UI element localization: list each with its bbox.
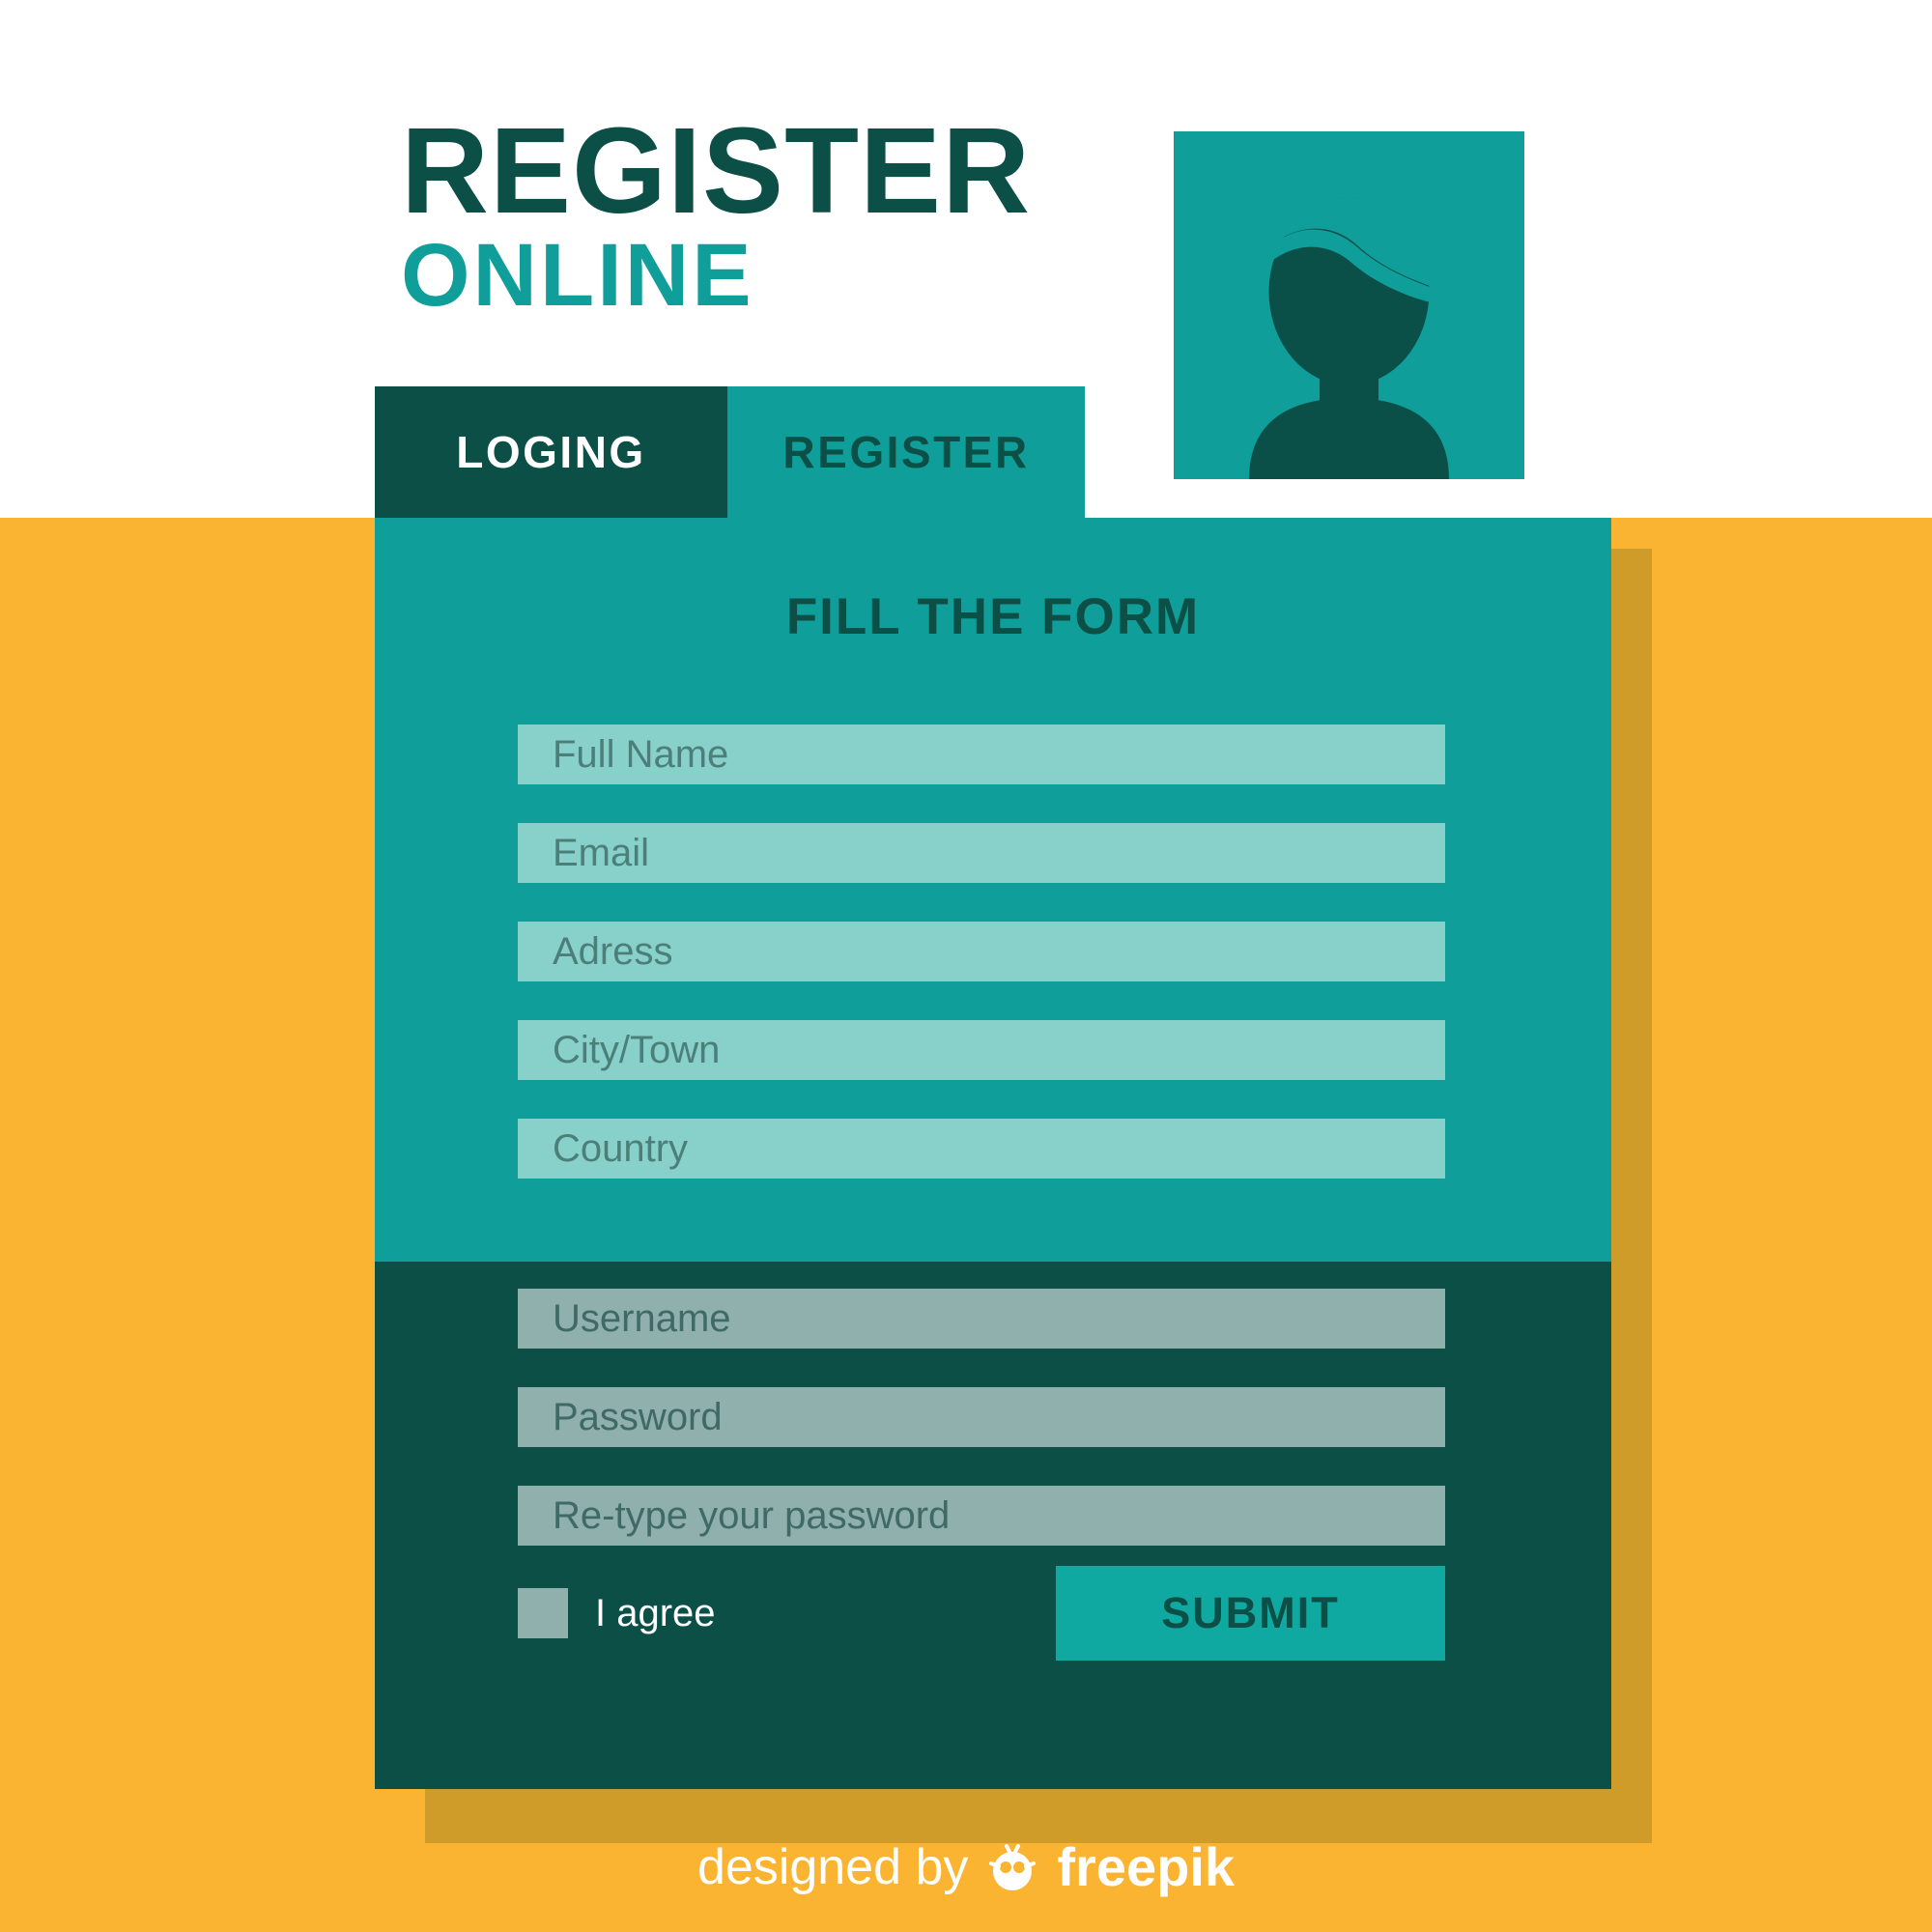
agree-label: I agree (595, 1591, 716, 1634)
agree-row: I agree (518, 1588, 716, 1638)
password-input[interactable]: Password (518, 1387, 1445, 1447)
page-title-line-2: ONLINE (401, 226, 754, 326)
country-input[interactable]: Country (518, 1119, 1445, 1179)
auth-tab-bar: LOGING REGISTER (375, 386, 1085, 518)
submit-button[interactable]: SUBMIT (1056, 1566, 1445, 1661)
address-input[interactable]: Adress (518, 922, 1445, 981)
user-avatar-icon (1174, 131, 1524, 479)
email-input[interactable]: Email (518, 823, 1445, 883)
freepik-mascot-icon (985, 1840, 1039, 1894)
footer-attribution: designed by freepik (0, 1835, 1932, 1898)
page-title-line-1: REGISTER (401, 102, 1032, 239)
registration-card: FILL THE FORM Full Name Email Adress Cit… (375, 518, 1611, 1789)
username-input[interactable]: Username (518, 1289, 1445, 1349)
footer-brand-text: freepik (1057, 1836, 1236, 1897)
form-heading: FILL THE FORM (785, 588, 1201, 645)
full-name-input[interactable]: Full Name (518, 724, 1445, 784)
agree-checkbox[interactable] (518, 1588, 568, 1638)
retype-password-input[interactable]: Re-type your password (518, 1486, 1445, 1546)
tab-register[interactable]: REGISTER (727, 386, 1085, 518)
tab-loging[interactable]: LOGING (375, 386, 727, 518)
footer-designed-by-text: designed by (696, 1838, 969, 1895)
page-title: REGISTER ONLINE (401, 102, 1154, 326)
city-town-input[interactable]: City/Town (518, 1020, 1445, 1080)
